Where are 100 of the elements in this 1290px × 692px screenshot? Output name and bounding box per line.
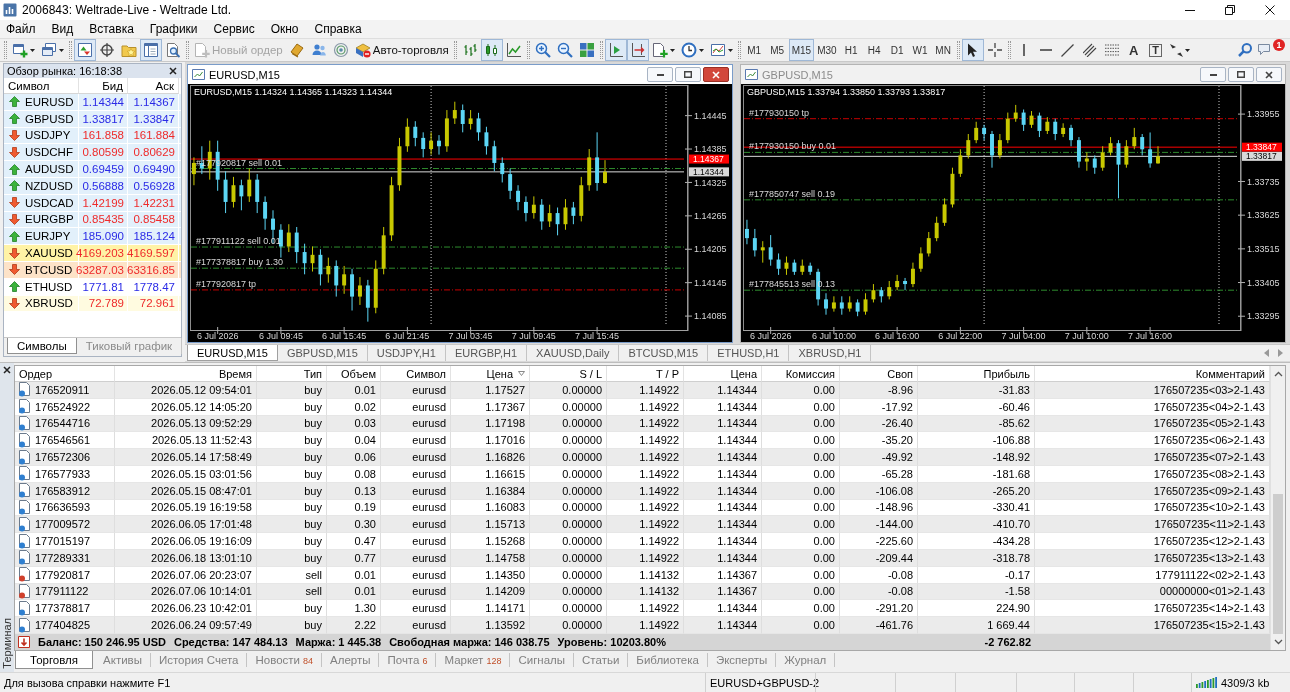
- terminal-tab[interactable]: Новости 84: [247, 653, 322, 667]
- panel-tab[interactable]: Символы: [7, 338, 77, 354]
- symbol-row[interactable]: AUDUSD 0.69459 0.69490: [4, 161, 181, 178]
- terminal-tab[interactable]: Торговля: [15, 651, 94, 669]
- terminal-tab[interactable]: Эксперты: [707, 653, 777, 667]
- order-number: 177404825: [35, 619, 91, 632]
- column-header[interactable]: Тип: [257, 366, 327, 382]
- column-header[interactable]: Комиссия: [762, 366, 840, 382]
- maximize-button[interactable]: [1228, 67, 1254, 82]
- column-header[interactable]: Своп: [840, 366, 918, 382]
- terminal-tab[interactable]: Библиотека: [628, 653, 708, 667]
- table-cell: -144.00: [840, 516, 918, 534]
- table-cell: 0.00000: [530, 600, 607, 618]
- crosshair-icon: [987, 43, 1002, 57]
- menu-item[interactable]: Файл: [0, 21, 42, 37]
- timeframe-button[interactable]: H4: [862, 39, 886, 61]
- timeframe-button[interactable]: H1: [839, 39, 863, 61]
- toolbar-button[interactable]: [626, 39, 649, 61]
- auto-trading-button[interactable]: Авто-торговля: [351, 39, 452, 61]
- menu-item[interactable]: Графики: [143, 21, 204, 37]
- terminal-tab[interactable]: Активы: [95, 653, 151, 667]
- close-button[interactable]: [703, 67, 729, 82]
- toolbar-button[interactable]: [961, 39, 984, 61]
- symbol-row[interactable]: EURJPY 185.090 185.124: [4, 228, 181, 246]
- toolbar-button[interactable]: [604, 39, 627, 61]
- text-label-button[interactable]: T: [1144, 39, 1167, 61]
- terminal-tab[interactable]: Сигналы: [510, 653, 575, 667]
- terminal-tab[interactable]: Почта 6: [379, 653, 437, 667]
- menu-item[interactable]: Сервис: [207, 21, 261, 37]
- terminal-tab[interactable]: Статьи: [574, 653, 629, 667]
- tick-mark: [684, 215, 693, 217]
- table-cell: 2026.06.05 17:01:48: [115, 516, 257, 534]
- column-header[interactable]: Комментарий: [1035, 366, 1270, 382]
- terminal-tab[interactable]: Маркет 128: [436, 653, 511, 667]
- timeframe-button[interactable]: M15: [788, 39, 815, 61]
- chart-tab[interactable]: XAUUSD,Daily: [527, 345, 620, 361]
- candlestick: [524, 195, 528, 222]
- column-header[interactable]: Объем: [327, 366, 381, 382]
- candlestick: [1084, 151, 1089, 172]
- table-cell: -434.28: [918, 533, 1035, 550]
- minimize-button[interactable]: [1200, 67, 1226, 82]
- chart-tab[interactable]: XBRUSD,H1: [789, 345, 872, 361]
- text-tool-button[interactable]: A: [1122, 39, 1145, 61]
- signal-bars-icon: [1196, 677, 1217, 688]
- timeframe-button[interactable]: MN: [931, 39, 955, 61]
- table-cell: 2026.06.23 10:42:01: [115, 600, 257, 618]
- column-header[interactable]: Цена: [684, 366, 762, 382]
- panel-title: Обзор рынка: 16:18:38: [7, 65, 123, 77]
- menu-item[interactable]: Окно: [264, 21, 305, 37]
- timeframe-button[interactable]: D1: [885, 39, 909, 61]
- chart-tab[interactable]: ETHUSD,H1: [708, 345, 790, 361]
- terminal-tab[interactable]: Алерты: [322, 653, 380, 667]
- column-header[interactable]: Цена: [451, 366, 530, 382]
- column-header[interactable]: Символ: [381, 366, 451, 382]
- chart-tab[interactable]: EURUSD,M15: [187, 345, 278, 361]
- symbol-row[interactable]: XAUUSD 4169.203 4169.597: [4, 245, 181, 262]
- chart-tab[interactable]: GBPUSD,M15: [277, 345, 368, 361]
- close-button[interactable]: [1256, 67, 1282, 82]
- minimize-button[interactable]: [647, 67, 673, 82]
- menu-item[interactable]: Вид: [45, 21, 80, 37]
- timeframe-button[interactable]: M1: [742, 39, 766, 61]
- symbol-row[interactable]: EURUSD 1.14344 1.14367: [4, 94, 181, 111]
- chart-tab[interactable]: BTCUSD,M15: [619, 345, 709, 361]
- up-chevron-icon: [1273, 371, 1283, 377]
- account-summary-item: Уровень: 10203.80%: [557, 635, 666, 648]
- chart-tab[interactable]: EURGBP,H1: [445, 345, 528, 361]
- ref-line-label: 1.14367: [693, 154, 724, 165]
- column-header[interactable]: T / P: [607, 366, 684, 382]
- timeframe-button[interactable]: M30: [814, 39, 840, 61]
- column-header[interactable]: Время: [115, 366, 257, 382]
- candlestick: [887, 280, 892, 300]
- tick-mark: [684, 148, 693, 150]
- table-cell: 1.15268: [451, 533, 530, 550]
- chart-tab[interactable]: USDJPY,H1: [367, 345, 446, 361]
- ask-price: 4169.597: [128, 245, 179, 261]
- column-header[interactable]: Прибыль: [918, 366, 1035, 382]
- stacked-windows-icon: [41, 42, 57, 58]
- candlestick: [1140, 133, 1145, 156]
- candlestick: [942, 197, 947, 227]
- symbol-row[interactable]: USDCHF 0.80599 0.80629: [4, 144, 181, 162]
- table-cell: 1.17527: [451, 382, 530, 399]
- table-cell: 1.14922: [607, 516, 684, 534]
- timeframe-button[interactable]: W1: [908, 39, 932, 61]
- candlestick: [571, 201, 576, 225]
- menu-item[interactable]: Вставка: [83, 21, 140, 37]
- column-header[interactable]: S / L: [530, 366, 607, 382]
- time-axis-label: 6 Jul 22:00: [938, 331, 983, 341]
- table-cell: 1.14922: [607, 533, 684, 550]
- table-cell: eurusd: [381, 600, 451, 618]
- close-button[interactable]: [3, 366, 11, 374]
- close-button[interactable]: [169, 67, 177, 75]
- menu-item[interactable]: Справка: [308, 21, 368, 37]
- terminal-tab[interactable]: История Счета: [150, 653, 248, 667]
- scrollbar-thumb[interactable]: [1273, 494, 1283, 634]
- order-number: 176577933: [35, 467, 91, 480]
- timeframe-button[interactable]: M5: [765, 39, 789, 61]
- maximize-button[interactable]: [675, 67, 701, 82]
- window-title: 2006843: Weltrade-Live - Weltrade Ltd.: [22, 3, 231, 17]
- terminal-tab[interactable]: Журнал: [776, 653, 836, 667]
- candlestick: [239, 179, 244, 211]
